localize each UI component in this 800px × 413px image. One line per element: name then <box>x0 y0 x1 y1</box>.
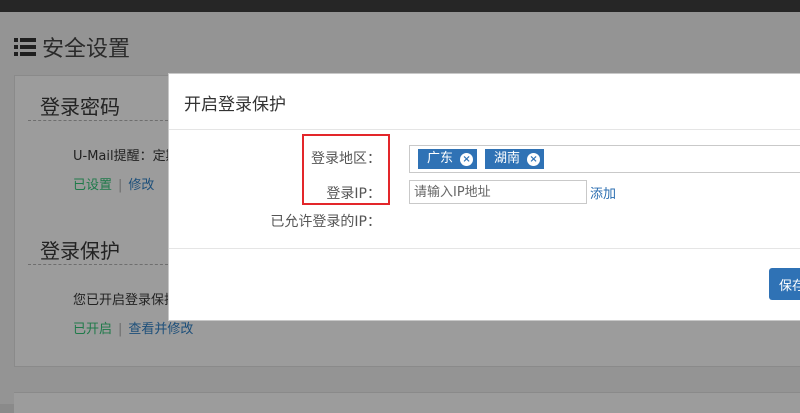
top-bar <box>0 0 800 12</box>
protect-status: 已开启 <box>73 322 113 337</box>
password-links-separator: | <box>118 178 123 193</box>
login-protection-modal: 开启登录保护 登录地区： 登录IP： 已允许登录的IP： 广东 × 湖南 × 添… <box>168 73 800 321</box>
remove-tag-icon[interactable]: × <box>527 152 541 166</box>
list-icon <box>14 38 36 56</box>
protect-section-text: 您已开启登录保护 <box>73 293 178 308</box>
region-tag-input[interactable]: 广东 × 湖南 × <box>409 145 800 173</box>
page-title-text: 安全设置 <box>42 37 131 62</box>
page-title: 安全设置 <box>14 31 130 63</box>
allowed-ip-label: 已允许登录的IP： <box>270 214 381 230</box>
password-section-title: 登录密码 <box>40 95 120 119</box>
protect-section-title: 登录保护 <box>40 239 120 263</box>
password-section-divider <box>28 120 168 121</box>
add-ip-link[interactable]: 添加 <box>590 183 616 202</box>
save-button[interactable]: 保存 <box>769 268 800 300</box>
password-section-text: U-Mail提醒：定期 <box>73 149 179 164</box>
modal-footer-divider <box>169 248 800 249</box>
highlight-box <box>302 134 390 205</box>
modal-header: 开启登录保护 <box>169 74 800 130</box>
region-tag-guangdong: 广东 × <box>418 149 478 169</box>
settings-panel-lower <box>14 392 800 413</box>
ip-input[interactable] <box>409 180 587 204</box>
region-tag-hunan: 湖南 × <box>485 149 545 169</box>
modal-title: 开启登录保护 <box>184 95 286 115</box>
password-section-links: 已设置 | 修改 <box>73 174 154 193</box>
protect-view-edit-link[interactable]: 查看并修改 <box>128 322 193 337</box>
password-status: 已设置 <box>73 178 113 193</box>
region-tag-label: 湖南 <box>494 151 521 166</box>
protect-links-separator: | <box>118 322 123 337</box>
remove-tag-icon[interactable]: × <box>460 152 474 166</box>
password-edit-link[interactable]: 修改 <box>128 178 154 193</box>
region-tag-label: 广东 <box>427 151 454 166</box>
protect-section-divider <box>28 264 168 265</box>
